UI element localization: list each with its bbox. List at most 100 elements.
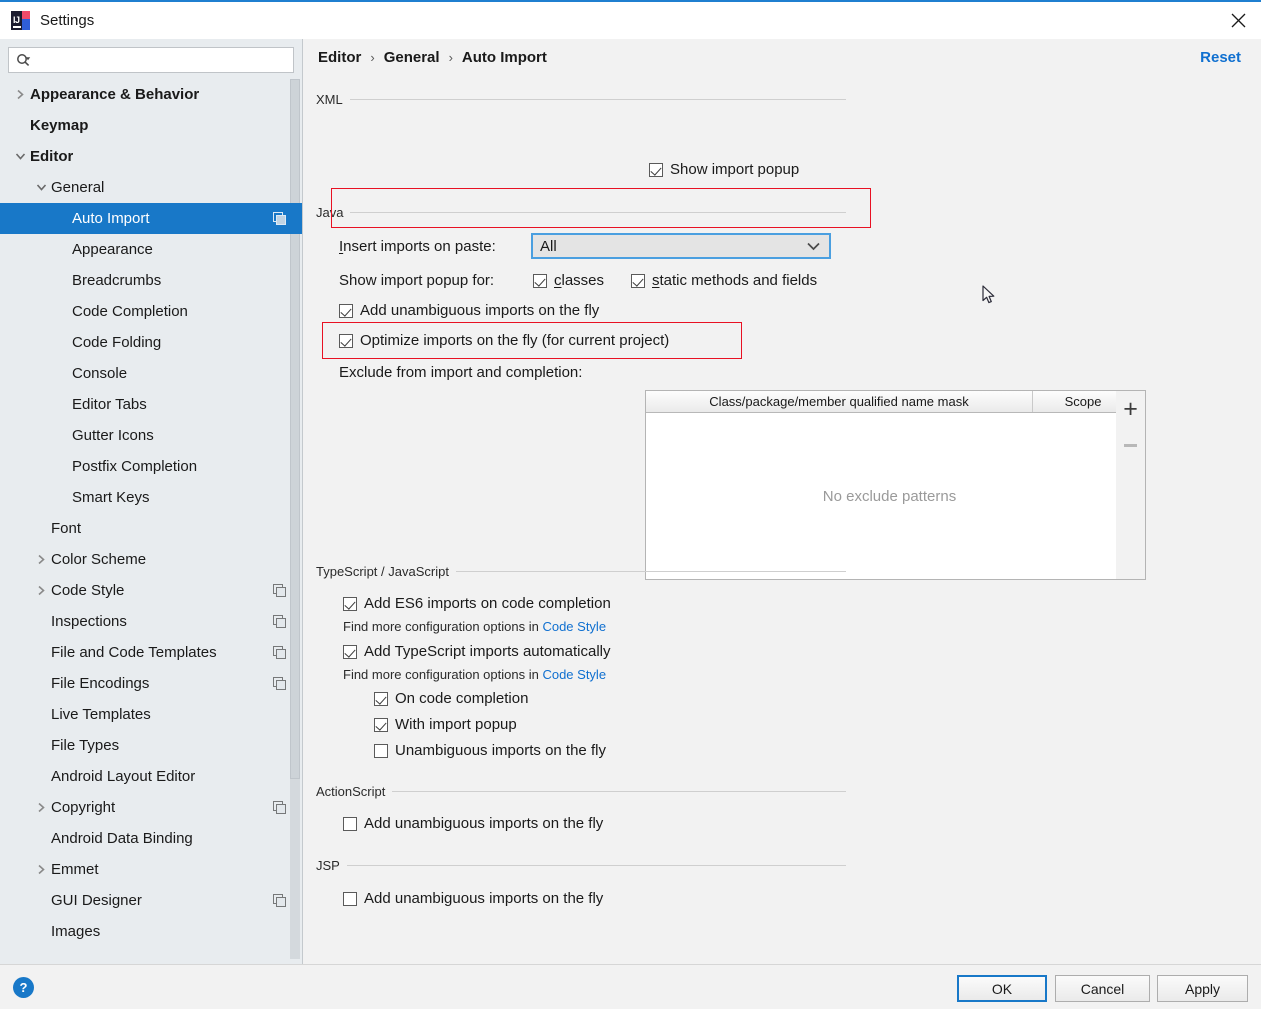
sidebar-item-android-layout-editor[interactable]: Android Layout Editor	[0, 761, 302, 792]
sidebar-item-keymap[interactable]: Keymap	[0, 110, 302, 141]
checkbox-row-xml-show-import-popup[interactable]: Show import popup	[649, 161, 799, 178]
sidebar-item-images[interactable]: Images	[0, 916, 302, 947]
sidebar-item-inspections[interactable]: Inspections	[0, 606, 302, 637]
cancel-button[interactable]: Cancel	[1055, 975, 1150, 1002]
exclude-patterns-table[interactable]: Class/package/member qualified name mask…	[645, 390, 1146, 580]
sidebar-item-label: File Encodings	[51, 675, 150, 692]
sidebar-item-font[interactable]: Font	[0, 513, 302, 544]
breadcrumb: Editor › General › Auto Import	[318, 49, 547, 66]
breadcrumb-item-general[interactable]: General	[384, 49, 440, 66]
close-icon[interactable]	[1215, 2, 1261, 39]
java-add-unambiguous-checkbox[interactable]	[339, 303, 353, 318]
static-methods-checkbox[interactable]	[631, 273, 645, 288]
exclude-table-main: Class/package/member qualified name mask…	[646, 391, 1133, 579]
sidebar-item-gui-designer[interactable]: GUI Designer	[0, 885, 302, 916]
sidebar-item-color-scheme[interactable]: Color Scheme	[0, 544, 302, 575]
checkbox-row-add-es6[interactable]: Add ES6 imports on code completion	[343, 595, 611, 612]
search-box[interactable]	[8, 47, 294, 73]
jsp-add-unambiguous-checkbox[interactable]	[343, 891, 357, 906]
chevron-down-icon[interactable]	[12, 149, 28, 165]
ok-button[interactable]: OK	[957, 975, 1047, 1002]
settings-sidebar: Appearance & Behavior Keymap Editor General…	[0, 39, 303, 964]
sidebar-item-gutter-icons[interactable]: Gutter Icons	[0, 420, 302, 451]
xml-show-import-popup-checkbox[interactable]	[649, 162, 663, 177]
checkbox-row-unambiguous-fly[interactable]: Unambiguous imports on the fly	[374, 742, 606, 759]
checkbox-row-on-code-completion[interactable]: On code completion	[374, 690, 528, 707]
sidebar-item-file-and-code-templates[interactable]: File and Code Templates	[0, 637, 302, 668]
checkbox-row-with-import-popup[interactable]: With import popup	[374, 716, 517, 733]
chevron-right-icon[interactable]	[33, 583, 49, 599]
reset-link[interactable]: Reset	[1200, 49, 1241, 66]
sidebar-item-editor-tabs[interactable]: Editor Tabs	[0, 389, 302, 420]
sidebar-item-label: Code Style	[51, 582, 125, 599]
divider	[350, 211, 846, 213]
help-icon[interactable]: ?	[13, 977, 34, 998]
section-jsp-header: JSP	[316, 857, 846, 873]
sidebar-item-label: Font	[51, 520, 82, 537]
code-style-link-2[interactable]: Code Style	[542, 667, 606, 682]
exclude-table-header: Class/package/member qualified name mask…	[646, 391, 1133, 413]
sidebar-item-postfix-completion[interactable]: Postfix Completion	[0, 451, 302, 482]
search-container	[0, 39, 302, 79]
actionscript-add-unambiguous-checkbox[interactable]	[343, 816, 357, 831]
sidebar-item-code-folding[interactable]: Code Folding	[0, 327, 302, 358]
sidebar-item-label: Auto Import	[72, 210, 150, 227]
xml-show-import-popup-label: Show import popup	[670, 161, 800, 178]
sidebar-item-copyright[interactable]: Copyright	[0, 792, 302, 823]
chevron-right-icon[interactable]	[33, 552, 49, 568]
remove-pattern-button[interactable]	[1118, 432, 1144, 458]
chevron-right-icon[interactable]	[12, 87, 28, 103]
exclude-table-toolbar: +	[1116, 390, 1146, 580]
sidebar-item-appearance[interactable]: Appearance	[0, 234, 302, 265]
checkbox-row-actionscript-add-unambiguous[interactable]: Add unambiguous imports on the fly	[343, 815, 603, 832]
project-scope-icon	[273, 677, 286, 690]
add-pattern-button[interactable]: +	[1118, 396, 1144, 422]
insert-imports-value: All	[540, 237, 557, 255]
breadcrumb-item-editor[interactable]: Editor	[318, 49, 361, 66]
insert-imports-dropdown[interactable]: All	[531, 233, 831, 259]
divider	[349, 98, 846, 100]
unambiguous-fly-checkbox[interactable]	[374, 743, 388, 758]
checkbox-row-static-methods[interactable]: static methods and fields	[631, 272, 817, 289]
sidebar-item-live-templates[interactable]: Live Templates	[0, 699, 302, 730]
sidebar-item-editor[interactable]: Editor	[0, 141, 302, 172]
optimize-imports-checkbox[interactable]	[339, 333, 353, 348]
classes-checkbox[interactable]	[533, 273, 547, 288]
checkbox-row-add-ts[interactable]: Add TypeScript imports automatically	[343, 643, 611, 660]
checkbox-row-java-add-unambiguous[interactable]: Add unambiguous imports on the fly	[339, 302, 599, 319]
sidebar-item-appearance-behavior[interactable]: Appearance & Behavior	[0, 79, 302, 110]
sidebar-item-auto-import[interactable]: Auto Import	[0, 203, 302, 234]
sidebar-item-console[interactable]: Console	[0, 358, 302, 389]
add-es6-checkbox[interactable]	[343, 596, 357, 611]
chevron-down-icon[interactable]	[33, 180, 49, 196]
breadcrumb-item-auto-import: Auto Import	[461, 49, 547, 66]
window-title: Settings	[40, 12, 95, 29]
sidebar-item-code-completion[interactable]: Code Completion	[0, 296, 302, 327]
unambiguous-fly-label: Unambiguous imports on the fly	[395, 742, 606, 759]
sidebar-item-file-types[interactable]: File Types	[0, 730, 302, 761]
checkbox-row-optimize-imports[interactable]: Optimize imports on the fly (for current…	[339, 332, 669, 349]
add-ts-label: Add TypeScript imports automatically	[364, 643, 611, 660]
with-import-popup-checkbox[interactable]	[374, 717, 388, 732]
sidebar-item-breadcrumbs[interactable]: Breadcrumbs	[0, 265, 302, 296]
checkbox-row-classes[interactable]: classes	[533, 272, 604, 289]
sidebar-item-android-data-binding[interactable]: Android Data Binding	[0, 823, 302, 854]
apply-button[interactable]: Apply	[1157, 975, 1248, 1002]
show-import-popup-for-label: Show import popup for:	[339, 272, 495, 289]
column-header-name-mask[interactable]: Class/package/member qualified name mask	[646, 391, 1033, 412]
sidebar-item-emmet[interactable]: Emmet	[0, 854, 302, 885]
checkbox-row-jsp-add-unambiguous[interactable]: Add unambiguous imports on the fly	[343, 890, 603, 907]
exclude-table-body[interactable]: No exclude patterns	[646, 413, 1133, 579]
sidebar-item-smart-keys[interactable]: Smart Keys	[0, 482, 302, 513]
search-input[interactable]	[32, 49, 293, 71]
sidebar-item-general[interactable]: General	[0, 172, 302, 203]
chevron-right-icon[interactable]	[33, 862, 49, 878]
chevron-right-icon[interactable]	[33, 800, 49, 816]
title-bar: IJ Settings	[0, 2, 1261, 39]
jsp-add-unambiguous-label: Add unambiguous imports on the fly	[364, 890, 604, 907]
sidebar-item-file-encodings[interactable]: File Encodings	[0, 668, 302, 699]
add-ts-checkbox[interactable]	[343, 644, 357, 659]
code-style-link-1[interactable]: Code Style	[542, 619, 606, 634]
sidebar-item-code-style[interactable]: Code Style	[0, 575, 302, 606]
on-code-completion-checkbox[interactable]	[374, 691, 388, 706]
